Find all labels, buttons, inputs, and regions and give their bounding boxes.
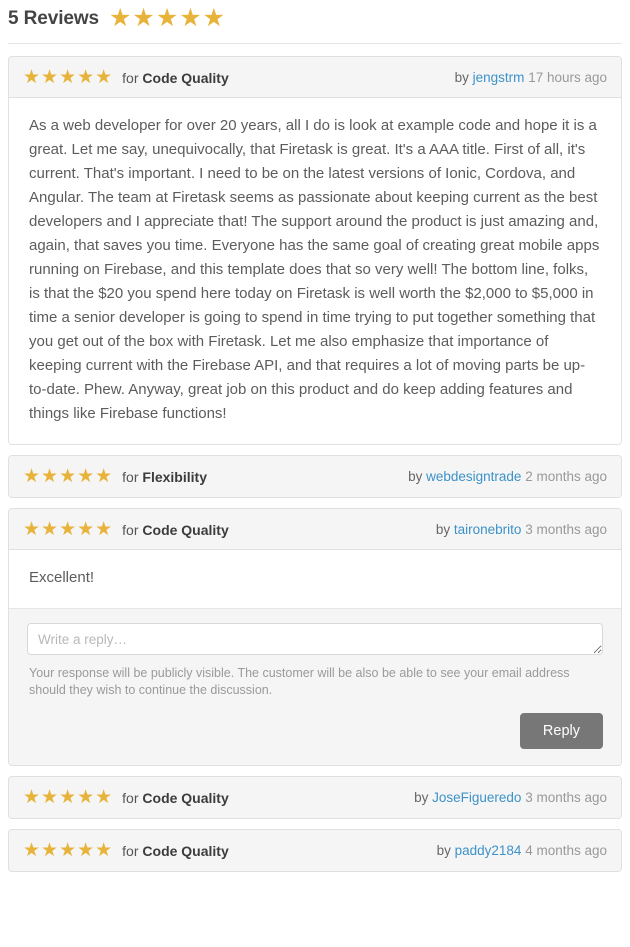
by-label: by	[408, 469, 423, 484]
review-byline: by paddy2184 4 months ago	[437, 843, 607, 858]
reply-privacy-note: Your response will be publicly visible. …	[29, 666, 570, 697]
review-category: Flexibility	[142, 469, 207, 485]
rating-stars: ★★★★★	[23, 841, 113, 860]
review-body: As a web developer for over 20 years, al…	[9, 98, 621, 444]
review-rating: ★★★★★ for Flexibility	[23, 467, 207, 486]
review-text: Excellent!	[29, 569, 95, 586]
page-title: 5 Reviews ★★★★★	[8, 0, 622, 31]
overall-rating-stars: ★★★★★	[109, 6, 226, 31]
review-category: Code Quality	[142, 521, 229, 538]
review-byline: by jengstrm 17 hours ago	[455, 70, 607, 85]
rating-stars: ★★★★★	[23, 788, 113, 807]
review-header: ★★★★★ for Flexibility by webdesigntrade …	[9, 456, 621, 497]
star-icon-group: ★★★★★	[23, 466, 114, 487]
rating-stars: ★★★★★	[23, 68, 113, 87]
rating-for-text: for Code Quality	[122, 790, 229, 806]
review-category: Code Quality	[142, 843, 229, 859]
review-panel-3: ★★★★★ for Code Quality by JoseFigueredo …	[8, 776, 622, 819]
reviews-page: 5 Reviews ★★★★★ ★★★★★ for Code Quality b…	[0, 0, 630, 872]
review-author-link[interactable]: webdesigntrade	[426, 469, 521, 484]
star-icon-group: ★★★★★	[23, 787, 114, 808]
review-panel-0: ★★★★★ for Code Quality by jengstrm 17 ho…	[8, 56, 622, 445]
review-author-link[interactable]: taironebrito	[454, 522, 522, 537]
review-author-link[interactable]: paddy2184	[455, 843, 522, 858]
reply-button[interactable]: Reply	[519, 713, 603, 749]
review-author-link[interactable]: JoseFigueredo	[432, 790, 521, 805]
rating-for-text: for Code Quality	[122, 843, 229, 859]
reply-form: Your response will be publicly visible. …	[9, 608, 621, 765]
by-label: by	[454, 69, 469, 85]
review-timestamp: 17 hours ago	[528, 69, 607, 85]
for-label: for	[122, 790, 139, 806]
review-panel-2: ★★★★★ for Code Quality by taironebrito 3…	[8, 508, 622, 766]
review-category: Code Quality	[142, 790, 229, 806]
review-byline: by webdesigntrade 2 months ago	[408, 469, 607, 484]
by-label: by	[414, 790, 429, 805]
review-panel-1: ★★★★★ for Flexibility by webdesigntrade …	[8, 455, 622, 498]
review-rating: ★★★★★ for Code Quality	[23, 841, 229, 860]
rating-for-text: for Code Quality	[122, 70, 229, 86]
reply-input[interactable]	[27, 623, 603, 655]
rating-for-text: for Code Quality	[122, 522, 229, 538]
heading-divider	[8, 43, 622, 44]
review-panel-4: ★★★★★ for Code Quality by paddy2184 4 mo…	[8, 829, 622, 872]
review-text: As a web developer for over 20 years, al…	[29, 117, 600, 422]
review-timestamp: 3 months ago	[525, 790, 607, 805]
star-icon-group: ★★★★★	[109, 4, 227, 32]
review-rating: ★★★★★ for Code Quality	[23, 520, 229, 539]
reply-actions: Reply	[27, 713, 603, 749]
review-byline: by JoseFigueredo 3 months ago	[414, 790, 607, 805]
rating-stars: ★★★★★	[23, 520, 113, 539]
for-label: for	[122, 521, 139, 538]
rating-stars: ★★★★★	[23, 467, 113, 486]
reviews-count-label: 5 Reviews	[8, 7, 99, 29]
review-rating: ★★★★★ for Code Quality	[23, 788, 229, 807]
by-label: by	[435, 521, 451, 537]
review-header: ★★★★★ for Code Quality by jengstrm 17 ho…	[9, 57, 621, 98]
review-timestamp: 4 months ago	[525, 843, 607, 858]
review-body: Excellent!	[9, 550, 621, 608]
rating-for-text: for Flexibility	[122, 469, 207, 485]
review-header: ★★★★★ for Code Quality by taironebrito 3…	[9, 509, 621, 550]
by-label: by	[436, 843, 451, 858]
reviews-list: ★★★★★ for Code Quality by jengstrm 17 ho…	[8, 56, 622, 872]
review-rating: ★★★★★ for Code Quality	[23, 68, 229, 87]
for-label: for	[122, 843, 139, 859]
star-icon-group: ★★★★★	[23, 840, 114, 861]
review-header: ★★★★★ for Code Quality by JoseFigueredo …	[9, 777, 621, 818]
review-byline: by taironebrito 3 months ago	[436, 522, 607, 537]
star-icon-group: ★★★★★	[23, 518, 114, 540]
review-author-link[interactable]: jengstrm	[473, 70, 525, 85]
star-icon-group: ★★★★★	[23, 66, 114, 88]
review-category: Code Quality	[142, 69, 229, 86]
review-timestamp: 3 months ago	[525, 521, 607, 537]
review-header: ★★★★★ for Code Quality by paddy2184 4 mo…	[9, 830, 621, 871]
for-label: for	[122, 469, 139, 485]
for-label: for	[122, 69, 139, 86]
review-timestamp: 2 months ago	[525, 469, 607, 484]
